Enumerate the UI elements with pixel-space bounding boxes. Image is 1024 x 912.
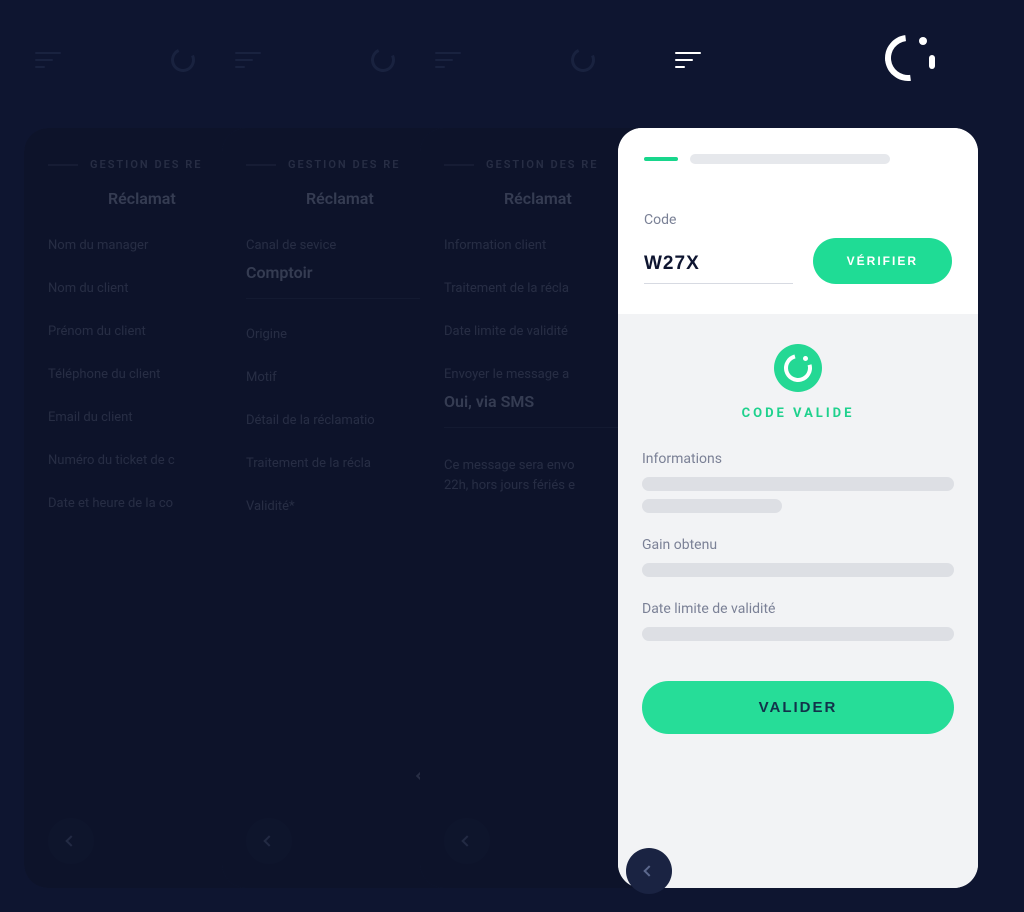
code-label: Code — [644, 212, 952, 228]
active-card: Code VÉRIFIER CODE VALIDE Informations G… — [618, 128, 978, 888]
topbar-4 — [615, 40, 995, 80]
valid-icon — [774, 344, 822, 392]
date-limite-label: Date limite de validité — [642, 601, 954, 617]
status-text: CODE VALIDE — [742, 406, 855, 421]
chevron-left-icon — [65, 835, 76, 846]
chevron-left-icon — [461, 835, 472, 846]
logo-icon — [368, 45, 399, 76]
verify-button[interactable]: VÉRIFIER — [813, 238, 952, 284]
chevron-left-icon — [643, 865, 654, 876]
chevron-left-icon — [263, 835, 274, 846]
back-button[interactable] — [246, 818, 292, 864]
back-button[interactable] — [48, 818, 94, 864]
logo-icon — [568, 45, 599, 76]
validate-button[interactable]: VALIDER — [642, 681, 954, 734]
progress-bar — [644, 154, 952, 164]
progress-active — [644, 157, 678, 161]
menu-icon[interactable] — [435, 52, 463, 68]
gain-label: Gain obtenu — [642, 537, 954, 553]
menu-icon[interactable] — [35, 52, 63, 68]
logo-icon — [168, 45, 199, 76]
topbar-2 — [215, 40, 415, 80]
skeleton-line — [642, 499, 782, 513]
skeleton-line — [642, 627, 954, 641]
progress-remaining — [690, 154, 890, 164]
menu-icon[interactable] — [235, 52, 263, 68]
topbar-3 — [415, 40, 615, 80]
skeleton-line — [642, 563, 954, 577]
info-label: Informations — [642, 451, 954, 467]
topbar-1 — [15, 40, 215, 80]
skeleton-line — [642, 477, 954, 491]
back-button[interactable] — [626, 848, 672, 894]
code-input[interactable] — [644, 253, 793, 275]
menu-icon[interactable] — [675, 52, 703, 68]
back-button[interactable] — [444, 818, 490, 864]
logo-icon — [885, 35, 935, 85]
